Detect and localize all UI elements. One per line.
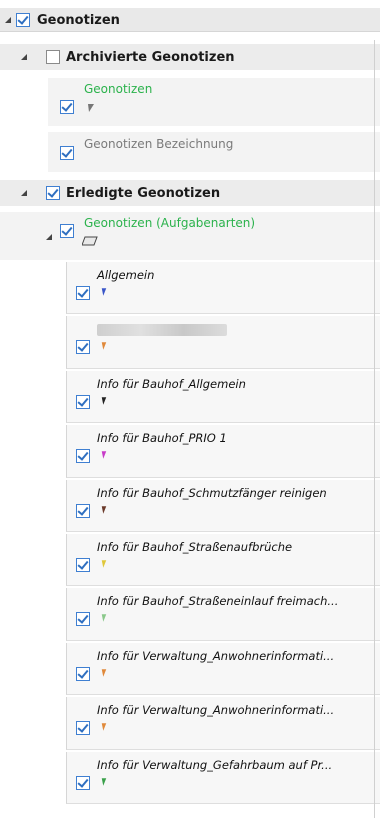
tree-row-archived-geonotizen[interactable]: Geonotizen bbox=[48, 78, 380, 126]
item-checkbox[interactable] bbox=[76, 394, 90, 409]
label-done-group: Geonotizen (Aufgabenarten) bbox=[84, 216, 256, 230]
label-archived-bezeichnung: Geonotizen Bezeichnung bbox=[84, 137, 234, 151]
item-label: Info für Bauhof_Straßeneinlauf freimach.… bbox=[97, 594, 339, 609]
tree-item-row[interactable]: Allgemein bbox=[66, 262, 380, 315]
item-checkbox[interactable] bbox=[76, 612, 90, 627]
collapse-triangle-icon[interactable] bbox=[21, 54, 27, 60]
label-archived-geonotizen: Geonotizen bbox=[84, 82, 153, 96]
note-marker-icon bbox=[101, 397, 107, 405]
tree-item-row[interactable]: Info für Bauhof_Straßeneinlauf freimach.… bbox=[66, 588, 380, 641]
tree-item-row[interactable]: Info für Verwaltung_Anwohnerinformati... bbox=[66, 642, 380, 696]
item-checkbox[interactable] bbox=[76, 558, 90, 572]
item-label: Info für Verwaltung_Gefahrbaum auf Pr... bbox=[97, 757, 333, 772]
note-marker-icon bbox=[101, 560, 107, 568]
note-marker-icon bbox=[101, 288, 107, 296]
item-label: Info für Bauhof_Straßenaufbrüche bbox=[97, 540, 293, 554]
label-geonotizen: Geonotizen bbox=[37, 13, 120, 28]
note-marker-icon bbox=[101, 723, 107, 731]
item-label: Info für Bauhof_Schmutzfänger reinigen bbox=[97, 485, 327, 500]
panel-divider bbox=[374, 40, 375, 818]
tree-item-row[interactable]: Info für Verwaltung_Anwohnerinformati... bbox=[66, 697, 380, 750]
collapse-triangle-icon[interactable] bbox=[5, 17, 11, 23]
tree-row-geonotizen[interactable]: Geonotizen bbox=[0, 8, 380, 32]
item-label: Info für Bauhof_Allgemein bbox=[97, 376, 246, 391]
item-checkbox[interactable] bbox=[76, 503, 90, 518]
label-archived: Archivierte Geonotizen bbox=[66, 50, 235, 65]
tree-item-row[interactable]: Info für Verwaltung_Gefahrbaum auf Pr... bbox=[66, 751, 380, 804]
tree-row-done[interactable]: Erledigte Geonotizen bbox=[0, 180, 380, 206]
tree-item-row[interactable]: Info für Bauhof_Straßenaufbrüche bbox=[66, 534, 380, 587]
checkbox-done-group[interactable] bbox=[60, 224, 74, 238]
note-marker-icon bbox=[101, 777, 107, 786]
note-symbol-icon bbox=[88, 104, 94, 112]
checkbox-archived-bezeichnung[interactable] bbox=[60, 146, 74, 160]
collapse-triangle-icon[interactable] bbox=[21, 190, 27, 196]
item-label: Info für Verwaltung_Anwohnerinformati... bbox=[97, 703, 335, 718]
tree-item-row[interactable] bbox=[66, 316, 380, 369]
tree-row-done-group[interactable]: Geonotizen (Aufgabenarten) bbox=[0, 212, 380, 260]
item-label: Info für Bauhof_PRIO 1 bbox=[97, 431, 227, 446]
item-checkbox[interactable] bbox=[76, 775, 90, 790]
polygon-symbol-icon bbox=[82, 236, 98, 246]
item-checkbox[interactable] bbox=[76, 286, 90, 300]
layer-tree: Geonotizen Archivierte Geonotizen Geonot… bbox=[0, 0, 380, 818]
checkbox-archived-geonotizen[interactable] bbox=[60, 100, 74, 114]
tree-item-row[interactable]: Info für Bauhof_PRIO 1 bbox=[66, 425, 380, 478]
note-marker-icon bbox=[101, 451, 107, 459]
item-checkbox[interactable] bbox=[76, 340, 90, 355]
label-done: Erledigte Geonotizen bbox=[66, 186, 221, 201]
item-label: Allgemein bbox=[97, 268, 155, 282]
note-marker-icon bbox=[101, 505, 107, 514]
redacted-label bbox=[97, 324, 227, 337]
item-label: Info für Verwaltung_Anwohnerinformati... bbox=[97, 648, 335, 663]
tree-row-archived-bezeichnung[interactable]: Geonotizen Bezeichnung bbox=[48, 132, 380, 172]
note-marker-icon bbox=[101, 614, 107, 623]
checkbox-archived[interactable] bbox=[46, 50, 60, 64]
tree-item-row[interactable]: Info für Bauhof_Schmutzfänger reinigen bbox=[66, 479, 380, 532]
checkbox-done[interactable] bbox=[46, 186, 60, 200]
note-marker-icon bbox=[101, 669, 107, 677]
note-marker-icon bbox=[101, 342, 107, 351]
item-checkbox[interactable] bbox=[76, 666, 90, 681]
tree-row-archived[interactable]: Archivierte Geonotizen bbox=[0, 44, 380, 70]
checkbox-geonotizen[interactable] bbox=[16, 13, 30, 27]
item-checkbox[interactable] bbox=[76, 721, 90, 736]
collapse-triangle-icon[interactable] bbox=[46, 234, 52, 240]
tree-item-row[interactable]: Info für Bauhof_Allgemein bbox=[66, 370, 380, 424]
item-checkbox[interactable] bbox=[76, 449, 90, 464]
